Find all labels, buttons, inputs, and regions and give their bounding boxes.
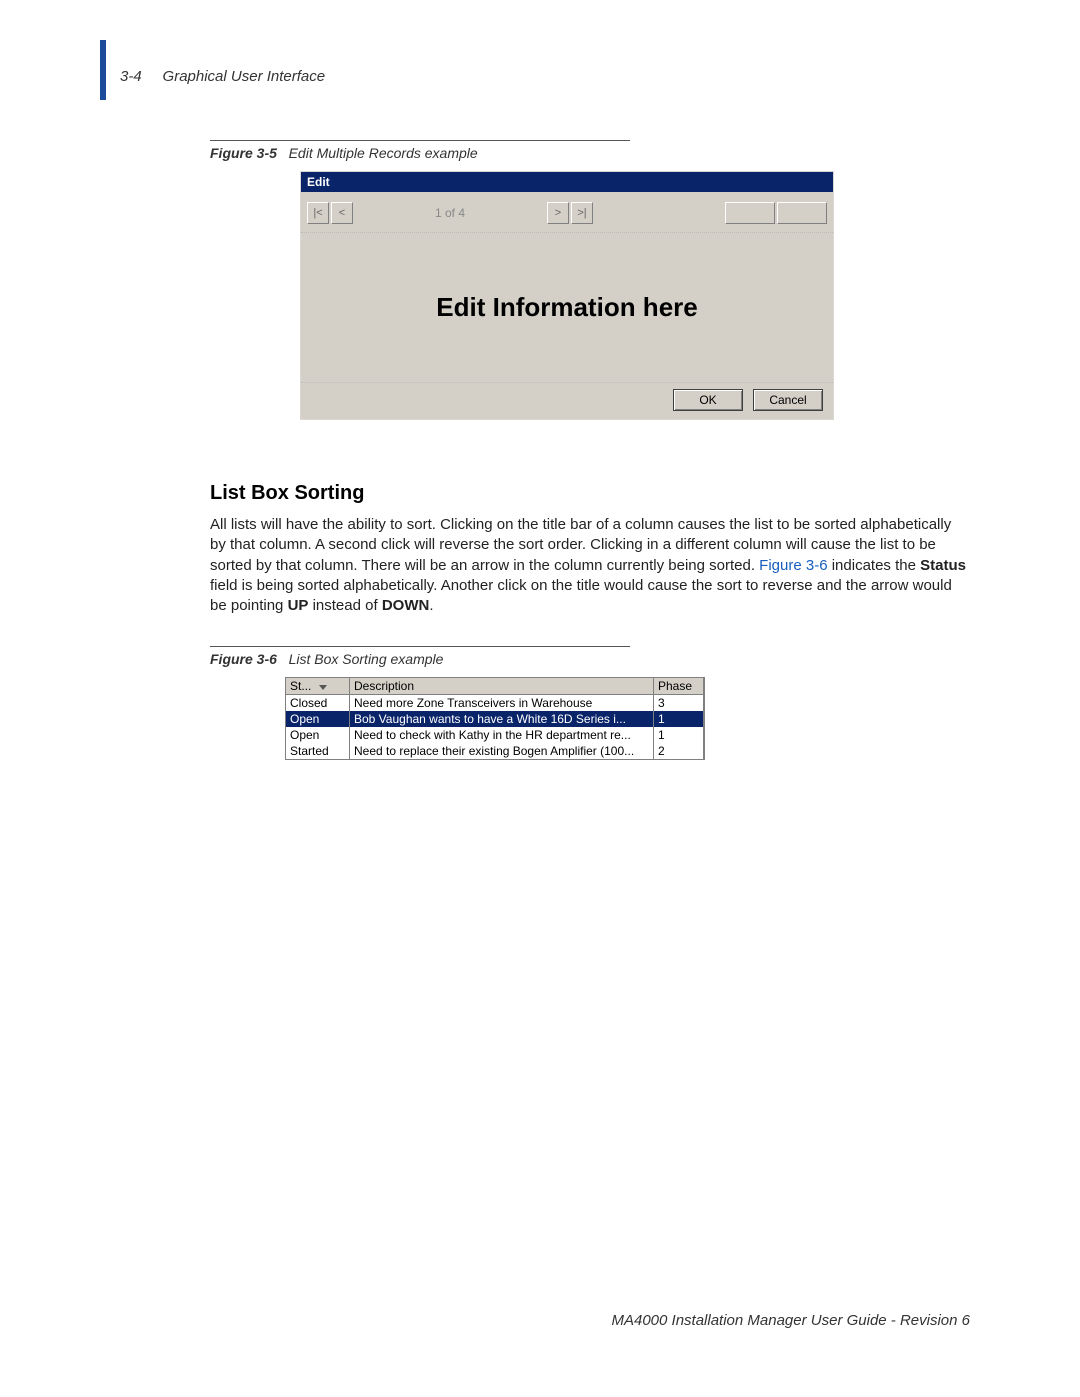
cell-status: Started xyxy=(286,743,350,759)
nav-last-button[interactable]: >| xyxy=(571,202,593,224)
section-paragraph: All lists will have the ability to sort.… xyxy=(210,515,970,616)
toolbar-blank-button-1[interactable] xyxy=(725,202,775,224)
cell-status: Closed xyxy=(286,695,350,711)
nav-first-button[interactable]: |< xyxy=(307,202,329,224)
cell-description: Bob Vaughan wants to have a White 16D Se… xyxy=(350,711,654,727)
cell-phase: 2 xyxy=(654,743,704,759)
cell-status: Open xyxy=(286,711,350,727)
cell-description: Need to replace their existing Bogen Amp… xyxy=(350,743,654,759)
cancel-button[interactable]: Cancel xyxy=(753,389,823,411)
down-word: DOWN xyxy=(382,597,430,614)
col-header-phase[interactable]: Phase xyxy=(654,678,704,694)
nav-next-button[interactable]: > xyxy=(547,202,569,224)
col-header-status[interactable]: St... xyxy=(286,678,350,694)
edit-dialog: Edit |< < 1 of 4 > >| Edit Information h… xyxy=(300,171,834,420)
figure-5-caption: Figure 3-5 Edit Multiple Records example xyxy=(210,145,970,161)
listbox: St... Description Phase ClosedNeed more … xyxy=(285,677,705,760)
col-header-description[interactable]: Description xyxy=(350,678,654,694)
figure-6-rule xyxy=(210,646,630,647)
figure-5-label: Figure 3-5 xyxy=(210,145,277,161)
figure-6-caption: Figure 3-6 List Box Sorting example xyxy=(210,651,970,667)
para-text-2a: indicates the xyxy=(828,557,921,574)
edit-body-text: Edit Information here xyxy=(436,292,697,323)
table-row[interactable]: ClosedNeed more Zone Transceivers in War… xyxy=(286,695,704,711)
edit-toolbar: |< < 1 of 4 > >| xyxy=(301,192,833,233)
figure-5-text: Edit Multiple Records example xyxy=(289,145,478,161)
figure-6-label: Figure 3-6 xyxy=(210,651,277,667)
edit-footer: OK Cancel xyxy=(301,383,833,419)
figure-6-link[interactable]: Figure 3-6 xyxy=(759,557,827,574)
record-counter: 1 of 4 xyxy=(355,206,545,220)
listbox-body: ClosedNeed more Zone Transceivers in War… xyxy=(286,695,704,759)
cell-status: Open xyxy=(286,727,350,743)
figure-6-text: List Box Sorting example xyxy=(289,651,444,667)
sort-down-icon xyxy=(319,685,327,690)
table-row[interactable]: StartedNeed to replace their existing Bo… xyxy=(286,743,704,759)
cell-phase: 1 xyxy=(654,711,704,727)
nav-prev-button[interactable]: < xyxy=(331,202,353,224)
page-number: 3-4 xyxy=(120,68,142,85)
cell-phase: 3 xyxy=(654,695,704,711)
toolbar-blank-button-2[interactable] xyxy=(777,202,827,224)
table-row[interactable]: OpenNeed to check with Kathy in the HR d… xyxy=(286,727,704,743)
col-header-status-label: St... xyxy=(290,679,311,693)
table-row[interactable]: OpenBob Vaughan wants to have a White 16… xyxy=(286,711,704,727)
chapter-title: Graphical User Interface xyxy=(163,68,326,85)
section-heading: List Box Sorting xyxy=(210,482,970,505)
cell-description: Need more Zone Transceivers in Warehouse xyxy=(350,695,654,711)
para-text-2d: . xyxy=(429,597,433,614)
listbox-header-row: St... Description Phase xyxy=(286,678,704,695)
figure-5-rule xyxy=(210,140,630,141)
ok-button[interactable]: OK xyxy=(673,389,743,411)
para-text-2c: instead of xyxy=(308,597,381,614)
page-footer: MA4000 Installation Manager User Guide -… xyxy=(611,1312,970,1329)
cell-phase: 1 xyxy=(654,727,704,743)
up-word: UP xyxy=(288,597,309,614)
page-left-rule xyxy=(100,40,106,100)
page-header: 3-4 Graphical User Interface xyxy=(120,68,325,85)
edit-body: Edit Information here xyxy=(301,233,833,383)
cell-description: Need to check with Kathy in the HR depar… xyxy=(350,727,654,743)
edit-dialog-title: Edit xyxy=(301,172,833,192)
status-word: Status xyxy=(920,557,966,574)
